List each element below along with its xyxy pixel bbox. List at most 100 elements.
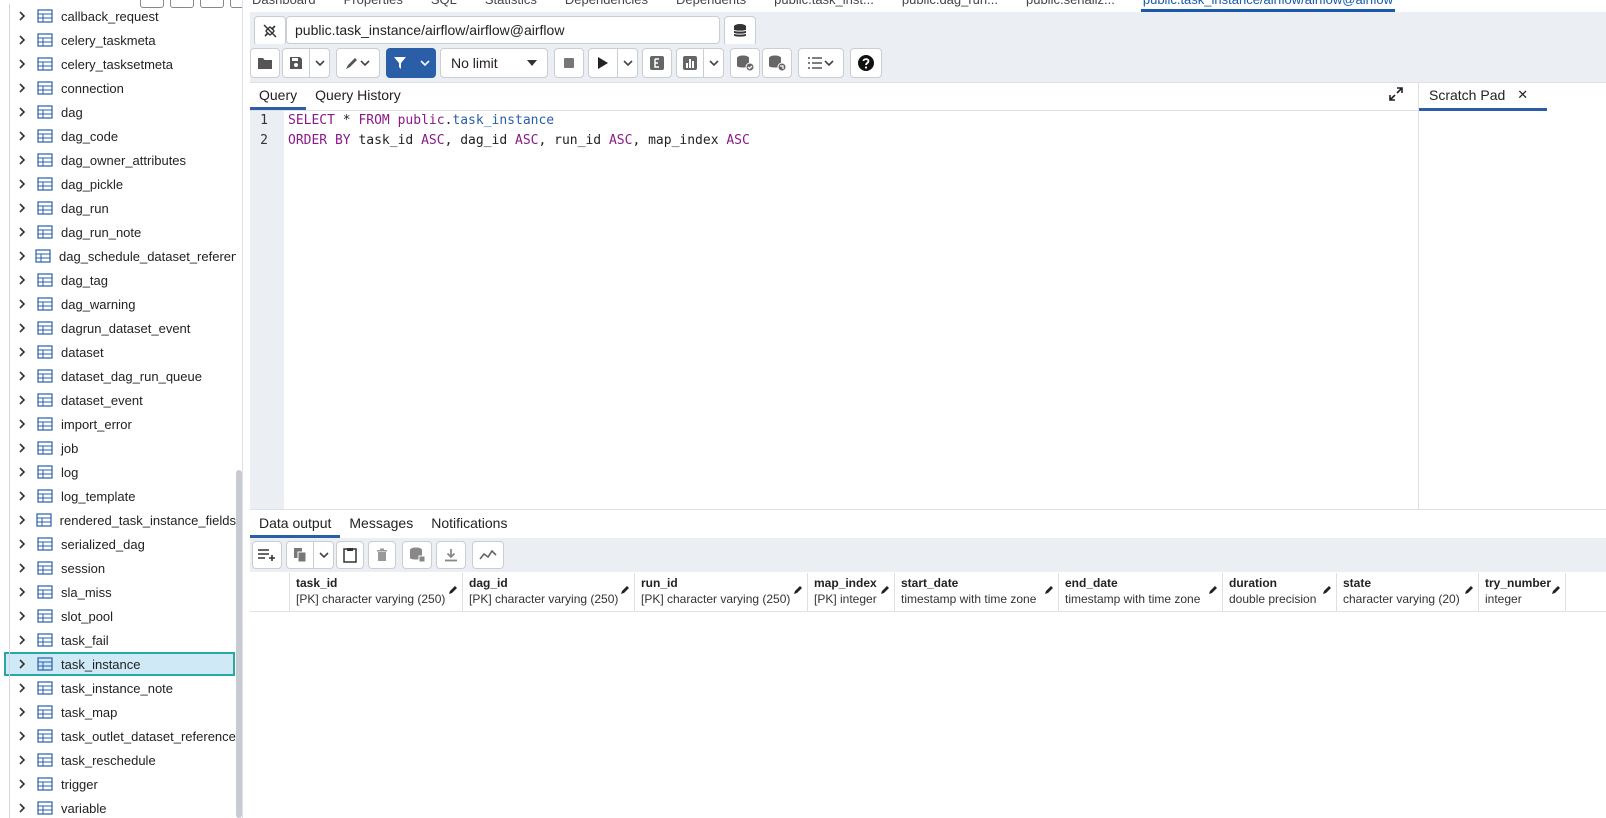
column-header[interactable]: map_index [PK] integer	[808, 573, 895, 611]
tab-query-active[interactable]: public.task_instance/airflow/airflow@air…	[1140, 0, 1396, 12]
chevron-right-icon[interactable]	[18, 467, 28, 477]
chevron-right-icon[interactable]	[18, 755, 28, 765]
chevron-right-icon[interactable]	[18, 491, 28, 501]
expand-icon[interactable]	[1388, 86, 1404, 102]
tree-item-selected[interactable]: task_instance	[4, 652, 235, 676]
chevron-right-icon[interactable]	[18, 635, 28, 645]
tree-item[interactable]: log	[0, 460, 236, 484]
tree-item[interactable]: celery_taskmeta	[0, 28, 236, 52]
chevron-right-icon[interactable]	[18, 779, 28, 789]
chevron-right-icon[interactable]	[18, 683, 28, 693]
tab-query[interactable]: Query	[250, 82, 307, 110]
tab-dependents[interactable]: Dependents	[674, 0, 748, 12]
tree-item[interactable]: dag_run_note	[0, 220, 236, 244]
chevron-right-icon[interactable]	[18, 443, 28, 453]
chevron-right-icon[interactable]	[18, 803, 28, 813]
rollback-button[interactable]	[762, 48, 792, 78]
tab-query-3[interactable]: public.serializ...	[1024, 0, 1117, 12]
tree-item[interactable]: rendered_task_instance_fields	[0, 508, 236, 532]
chevron-right-icon[interactable]	[18, 131, 28, 141]
execute-options-dropdown[interactable]	[618, 48, 638, 78]
tree-item[interactable]: trigger	[0, 772, 236, 796]
change-connection-button[interactable]	[724, 16, 756, 46]
copy-button[interactable]	[286, 541, 314, 569]
tree-item[interactable]: task_instance_note	[0, 676, 236, 700]
chevron-right-icon[interactable]	[18, 83, 28, 93]
tree-item[interactable]: dagrun_dataset_event	[0, 316, 236, 340]
tree-item[interactable]: dag_owner_attributes	[0, 148, 236, 172]
stop-button[interactable]	[554, 48, 584, 78]
close-icon[interactable]: ✕	[1517, 87, 1528, 103]
tree-item[interactable]: celery_tasksetmeta	[0, 52, 236, 76]
tab-query-1[interactable]: public.task_inst...	[772, 0, 876, 12]
chevron-right-icon[interactable]	[18, 299, 28, 309]
chevron-right-icon[interactable]	[18, 419, 28, 429]
edit-options-button[interactable]	[336, 48, 380, 78]
commit-button[interactable]	[730, 48, 760, 78]
execute-button[interactable]	[588, 48, 618, 78]
copy-options-dropdown[interactable]	[314, 541, 334, 569]
tree-item[interactable]: dag_warning	[0, 292, 236, 316]
filter-dropdown[interactable]	[414, 48, 436, 78]
chevron-right-icon[interactable]	[18, 659, 28, 669]
paste-button[interactable]	[336, 541, 364, 569]
column-header[interactable]: state character varying (20)	[1337, 573, 1479, 611]
chevron-right-icon[interactable]	[18, 515, 27, 525]
save-data-button[interactable]	[402, 541, 432, 569]
chevron-right-icon[interactable]	[18, 107, 28, 117]
tab-dashboard[interactable]: Dashboard	[250, 0, 318, 12]
explain-analyze-button[interactable]	[676, 48, 704, 78]
tab-sql[interactable]: SQL	[429, 0, 459, 12]
chevron-right-icon[interactable]	[18, 155, 28, 165]
column-header[interactable]: start_date timestamp with time zone	[895, 573, 1059, 611]
column-header[interactable]: dag_id [PK] character varying (250)	[463, 573, 635, 611]
tree-item[interactable]: dag_run	[0, 196, 236, 220]
tab-data-output[interactable]: Data output	[250, 510, 341, 538]
add-row-button[interactable]	[252, 541, 282, 569]
chevron-right-icon[interactable]	[18, 347, 28, 357]
tree-item[interactable]: slot_pool	[0, 604, 236, 628]
chevron-right-icon[interactable]	[18, 251, 26, 261]
column-header[interactable]: try_number integer	[1479, 573, 1566, 611]
chevron-right-icon[interactable]	[18, 35, 28, 45]
tree-item[interactable]: dataset_event	[0, 388, 236, 412]
chevron-right-icon[interactable]	[18, 371, 28, 381]
tree-item[interactable]: dataset	[0, 340, 236, 364]
tree-item[interactable]: sla_miss	[0, 580, 236, 604]
tree-item[interactable]: job	[0, 436, 236, 460]
tree-item[interactable]: callback_request	[0, 4, 236, 28]
row-number-header[interactable]	[250, 573, 290, 611]
chevron-right-icon[interactable]	[18, 707, 28, 717]
save-file-button[interactable]	[282, 48, 310, 78]
help-button[interactable]	[850, 48, 882, 78]
tab-query-history[interactable]: Query History	[306, 82, 410, 110]
filter-button[interactable]	[386, 48, 414, 78]
open-file-button[interactable]	[250, 48, 280, 78]
download-button[interactable]	[436, 541, 466, 569]
chevron-right-icon[interactable]	[18, 611, 28, 621]
column-header[interactable]: end_date timestamp with time zone	[1059, 573, 1223, 611]
tree-item[interactable]: session	[0, 556, 236, 580]
connection-select[interactable]: public.task_instance/airflow/airflow@air…	[286, 16, 720, 44]
tree-item[interactable]: import_error	[0, 412, 236, 436]
chevron-right-icon[interactable]	[18, 227, 28, 237]
chevron-right-icon[interactable]	[18, 539, 28, 549]
chevron-right-icon[interactable]	[18, 203, 28, 213]
explain-button[interactable]	[642, 48, 672, 78]
save-options-dropdown[interactable]	[310, 48, 330, 78]
chevron-right-icon[interactable]	[18, 731, 28, 741]
tree-item[interactable]: dag_schedule_dataset_referen	[0, 244, 236, 268]
sql-code[interactable]: SELECT * FROM public.task_instance ORDER…	[288, 111, 750, 151]
column-header[interactable]: task_id [PK] character varying (250)	[290, 573, 463, 611]
tab-statistics[interactable]: Statistics	[483, 0, 539, 12]
column-header[interactable]: run_id [PK] character varying (250)	[635, 573, 808, 611]
tree-item[interactable]: serialized_dag	[0, 532, 236, 556]
tree-item[interactable]: connection	[0, 76, 236, 100]
tab-scratch-pad[interactable]: Scratch Pad ✕	[1419, 82, 1547, 111]
tree-item[interactable]: dag_code	[0, 124, 236, 148]
chevron-right-icon[interactable]	[18, 323, 28, 333]
tab-messages[interactable]: Messages	[340, 510, 422, 538]
tree-item[interactable]: log_template	[0, 484, 236, 508]
chevron-right-icon[interactable]	[18, 11, 28, 21]
row-limit-select[interactable]: No limit	[440, 48, 548, 78]
